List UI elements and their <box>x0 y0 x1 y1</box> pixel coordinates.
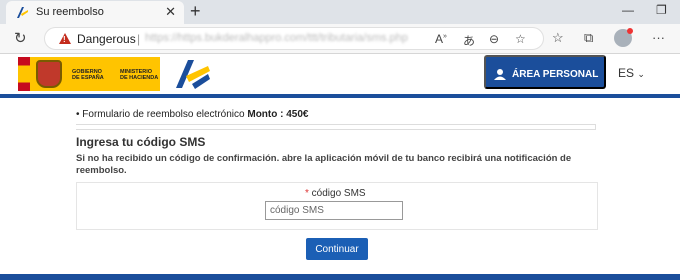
restore-icon[interactable]: ❐ <box>656 3 667 17</box>
address-bar[interactable]: ! Dangerous | https://https.bukderalhapp… <box>44 27 544 50</box>
sms-code-input[interactable] <box>265 201 403 220</box>
area-personal-label: ÁREA PERSONAL <box>512 69 599 80</box>
user-icon <box>494 69 506 80</box>
refund-form-text: Formulario de reembolso electrónico <box>82 109 248 120</box>
minimize-icon[interactable]: — <box>622 3 634 17</box>
area-personal-button[interactable]: ÁREA PERSONAL <box>484 55 606 89</box>
read-aloud-icon[interactable]: A» <box>435 32 447 46</box>
translate-icon[interactable]: あ <box>463 32 475 49</box>
gobierno-text: GOBIERNO DE ESPAÑA <box>72 69 104 81</box>
header-blue-band <box>0 94 680 98</box>
divider-box <box>76 124 596 130</box>
refund-form-item: • Formulario de reembolso electrónico Mo… <box>76 109 308 120</box>
security-status[interactable]: Dangerous <box>77 32 136 46</box>
sms-code-label: * código SMS <box>305 188 366 199</box>
continue-button[interactable]: Continuar <box>306 238 368 260</box>
favorites-icon[interactable]: ☆ <box>552 30 564 46</box>
page-title: Ingresa tu código SMS <box>76 135 206 149</box>
chevron-down-icon: ⌄ <box>637 69 645 79</box>
sms-instructions: Si no ha recibido un código de confirmac… <box>76 153 572 176</box>
refund-amount: Monto : 450€ <box>247 109 309 120</box>
agencia-tributaria-logo-icon[interactable] <box>172 58 212 90</box>
warning-icon[interactable]: ! <box>59 33 71 44</box>
tab-title: Su reembolso <box>36 6 104 18</box>
language-selector[interactable]: ES ⌄ <box>618 66 645 80</box>
gobierno-logo[interactable]: GOBIERNO DE ESPAÑA MINISTERIO DE HACIEND… <box>30 57 160 91</box>
zoom-icon[interactable]: ⊖ <box>489 32 499 46</box>
browser-tab[interactable]: Su reembolso ✕ <box>6 1 184 24</box>
more-menu-icon[interactable]: ··· <box>652 30 665 45</box>
notification-dot-icon <box>627 28 633 34</box>
language-label: ES <box>618 66 635 80</box>
url-text[interactable]: https://https.bukderalhappro.com/ttt/tri… <box>145 32 408 44</box>
refresh-icon[interactable]: ↻ <box>14 29 27 47</box>
sms-code-label-text: código SMS <box>308 188 366 199</box>
browser-tab-bar: Su reembolso ✕ + — ❐ <box>0 0 680 24</box>
footer-blue-band <box>0 274 680 280</box>
browser-toolbar: ↻ ! Dangerous | https://https.bukderalha… <box>0 24 680 54</box>
aeat-favicon-icon <box>17 7 28 18</box>
ministerio-text: MINISTERIO DE HACIENDA <box>120 69 159 81</box>
spain-flag-stripe <box>18 57 30 91</box>
collections-icon[interactable]: ⧉ <box>584 30 593 46</box>
address-separator: | <box>137 32 141 46</box>
site-header: GOBIERNO DE ESPAÑA MINISTERIO DE HACIEND… <box>0 54 680 94</box>
coat-of-arms-icon <box>36 60 62 88</box>
favorite-star-icon[interactable]: ☆ <box>515 32 526 46</box>
new-tab-button[interactable]: + <box>190 1 201 22</box>
close-tab-icon[interactable]: ✕ <box>165 4 176 20</box>
